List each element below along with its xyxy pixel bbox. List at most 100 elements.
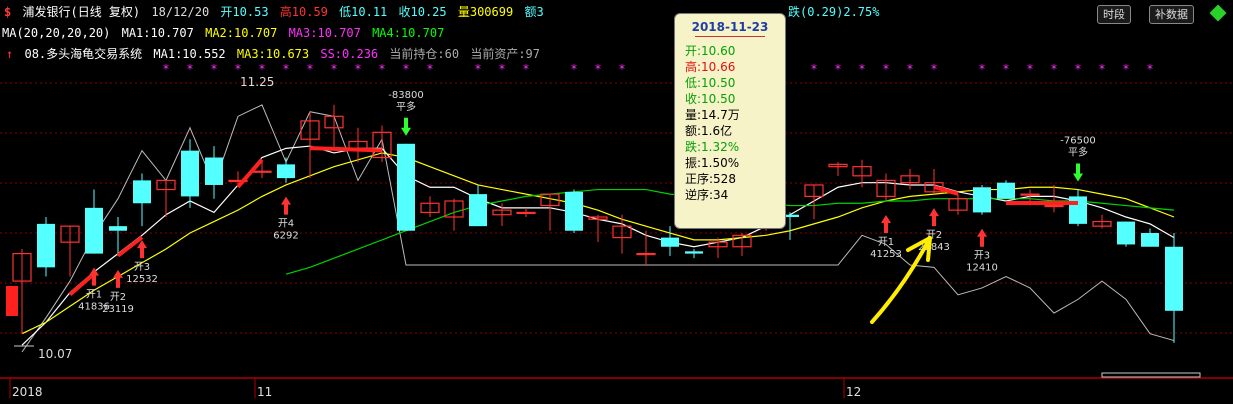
candlestick-chart[interactable]: *********************************开141836… [0, 0, 1233, 404]
candle-body [1165, 246, 1183, 311]
exit-label: 平多 [396, 100, 416, 113]
max-price-label: 11.25 [240, 75, 274, 89]
star-icon: * [475, 62, 481, 76]
candle [828, 162, 848, 176]
buy-arrow-icon [881, 214, 891, 233]
buy-arrow-icon [977, 228, 987, 247]
left-marker [6, 286, 18, 316]
candle-body [1020, 193, 1040, 196]
entry-label: 开3 [974, 251, 990, 262]
candle [1141, 228, 1159, 247]
candle [37, 217, 55, 277]
tooltip-date: 2018-11-23 [691, 20, 769, 34]
star-icon: * [907, 62, 913, 76]
entry-volume-label: 41253 [870, 249, 902, 260]
star-icon: * [1003, 62, 1009, 76]
candle-body [37, 223, 55, 268]
star-icon: * [931, 62, 937, 76]
candle [636, 230, 656, 266]
candle-body [277, 164, 295, 179]
exit-label: 平多 [1068, 146, 1088, 159]
tooltip-divider [695, 36, 765, 37]
sell-arrow-icon [401, 117, 411, 136]
buy-arrow-icon [281, 196, 291, 215]
star-icon: * [499, 62, 505, 76]
candle [277, 157, 295, 183]
entry-label: 开2 [110, 292, 126, 303]
star-icon: * [979, 62, 985, 76]
candle-body [516, 211, 536, 215]
candle [469, 184, 487, 227]
tooltip-pos-seq: 正序:528 [685, 172, 736, 186]
star-icon: * [1147, 62, 1153, 76]
tooltip-high: 高:10.66 [685, 60, 736, 74]
candle [997, 180, 1015, 199]
candle [133, 173, 151, 227]
entry-volume-label: 23119 [102, 304, 134, 315]
candle [900, 168, 920, 190]
candle [973, 184, 991, 215]
scrollbar-thumb [1101, 372, 1201, 378]
candle-body [685, 251, 703, 254]
entry-volume-label: 12532 [126, 274, 158, 285]
candle [804, 184, 824, 220]
candle [205, 146, 223, 199]
candle [1117, 221, 1135, 247]
candle-tooltip: 2018-11-23 开:10.60 高:10.66 低:10.50 收:10.… [674, 13, 786, 229]
candle-body [1044, 204, 1064, 208]
candle-body [636, 253, 656, 256]
star-icon: * [235, 62, 241, 76]
star-icon: * [859, 62, 865, 76]
candle [876, 173, 896, 201]
candle-body [252, 170, 272, 173]
entry-volume-label: 6292 [273, 231, 298, 242]
exit-value-label: -76500 [1060, 136, 1095, 147]
candle [565, 189, 583, 234]
tooltip-open: 开:10.60 [685, 44, 736, 58]
exit-value-label: -83800 [388, 90, 423, 101]
candle-body [85, 207, 103, 254]
signal-line [309, 146, 383, 153]
star-icon: * [1099, 62, 1105, 76]
entry-label: 开1 [86, 290, 102, 301]
star-icon: * [379, 62, 385, 76]
candle [516, 207, 536, 217]
star-icon: * [331, 62, 337, 76]
tooltip-low: 低:10.50 [685, 76, 736, 90]
star-icon: * [1051, 62, 1057, 76]
candle [1069, 189, 1087, 227]
entry-volume-label: 12410 [966, 263, 998, 274]
star-icon: * [283, 62, 289, 76]
candle-body [133, 180, 151, 204]
candle-body [1117, 221, 1135, 245]
star-icon: * [355, 62, 361, 76]
tooltip-neg-seq: 逆序:34 [685, 188, 729, 202]
candle [1044, 184, 1064, 213]
star-icon: * [595, 62, 601, 76]
star-icon: * [307, 62, 313, 76]
sell-arrow-icon [1073, 163, 1083, 182]
tooltip-volume: 量:14.7万 [685, 108, 740, 122]
candle [685, 249, 703, 259]
buy-arrow-icon [929, 208, 939, 227]
candle [181, 139, 199, 208]
x-axis-label: 2018 [12, 385, 43, 399]
buy-arrow-icon [137, 240, 147, 259]
star-icon: * [427, 62, 433, 76]
entry-label: 开3 [134, 262, 150, 273]
x-axis-label: 11 [257, 385, 272, 399]
star-icon: * [523, 62, 529, 76]
min-price-label: 10.07 [38, 347, 72, 361]
candle-body [181, 150, 199, 197]
star-icon: * [1027, 62, 1033, 76]
entry-label: 开4 [278, 219, 294, 230]
entry-label: 开1 [878, 237, 894, 248]
star-icon: * [163, 62, 169, 76]
x-axis-label: 12 [846, 385, 861, 399]
tooltip-change: 跌:1.32% [685, 140, 740, 154]
star-icon: * [211, 62, 217, 76]
candle [85, 189, 103, 254]
candle [588, 214, 608, 243]
candle [492, 203, 512, 227]
star-icon: * [883, 62, 889, 76]
